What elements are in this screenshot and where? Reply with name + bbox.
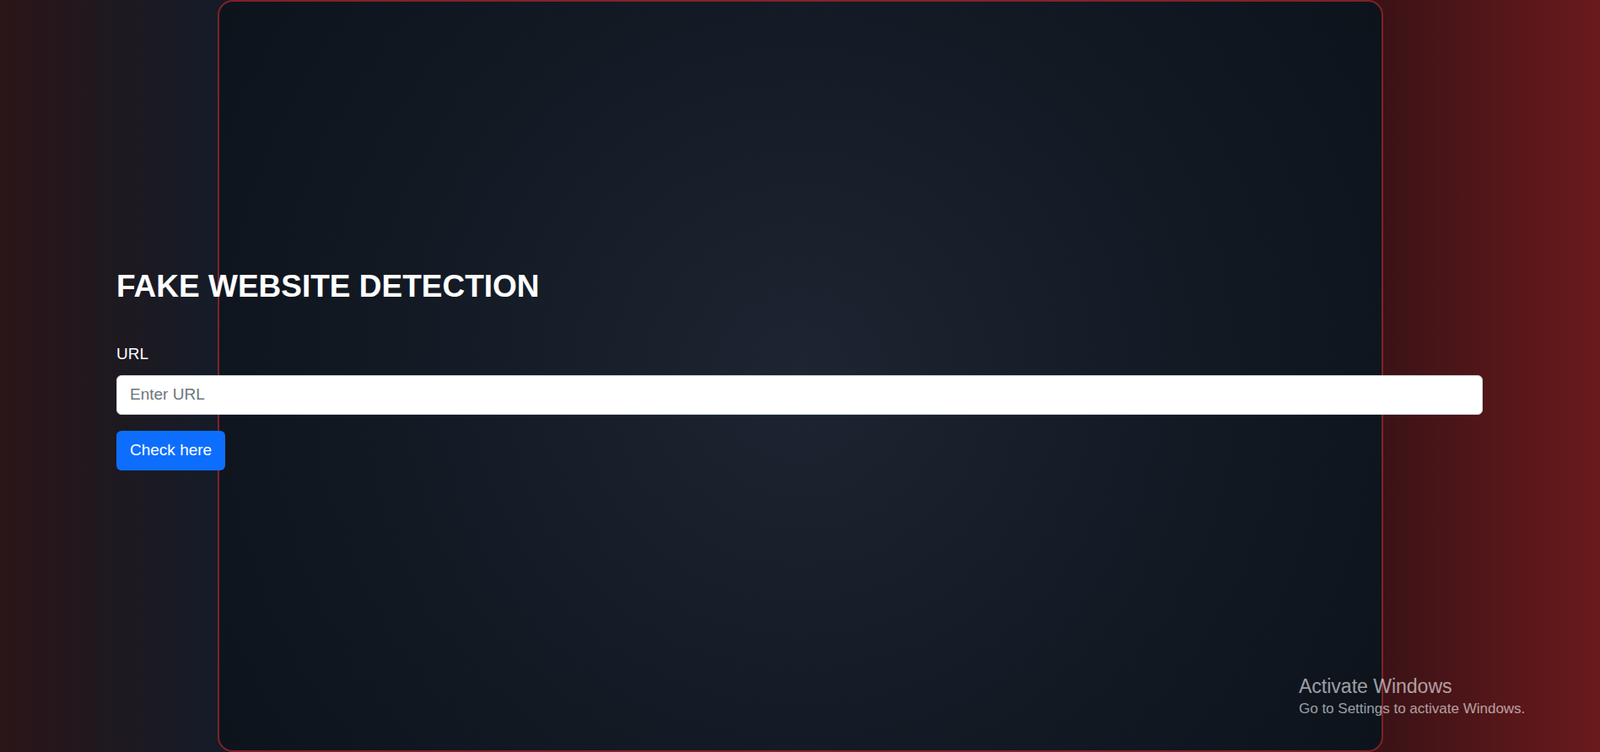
windows-watermark: Activate Windows Go to Settings to activ… — [1298, 674, 1525, 719]
url-label: URL — [116, 342, 1483, 367]
watermark-title: Activate Windows — [1298, 674, 1525, 701]
page: FAKE WEBSITE DETECTION URL Check here Ac… — [0, 0, 1600, 752]
check-button[interactable]: Check here — [116, 430, 226, 471]
watermark-subtitle: Go to Settings to activate Windows. — [1298, 700, 1525, 719]
url-input[interactable] — [116, 375, 1483, 415]
page-heading: FAKE WEBSITE DETECTION — [116, 268, 1483, 306]
content: FAKE WEBSITE DETECTION URL Check here — [0, 0, 1600, 471]
